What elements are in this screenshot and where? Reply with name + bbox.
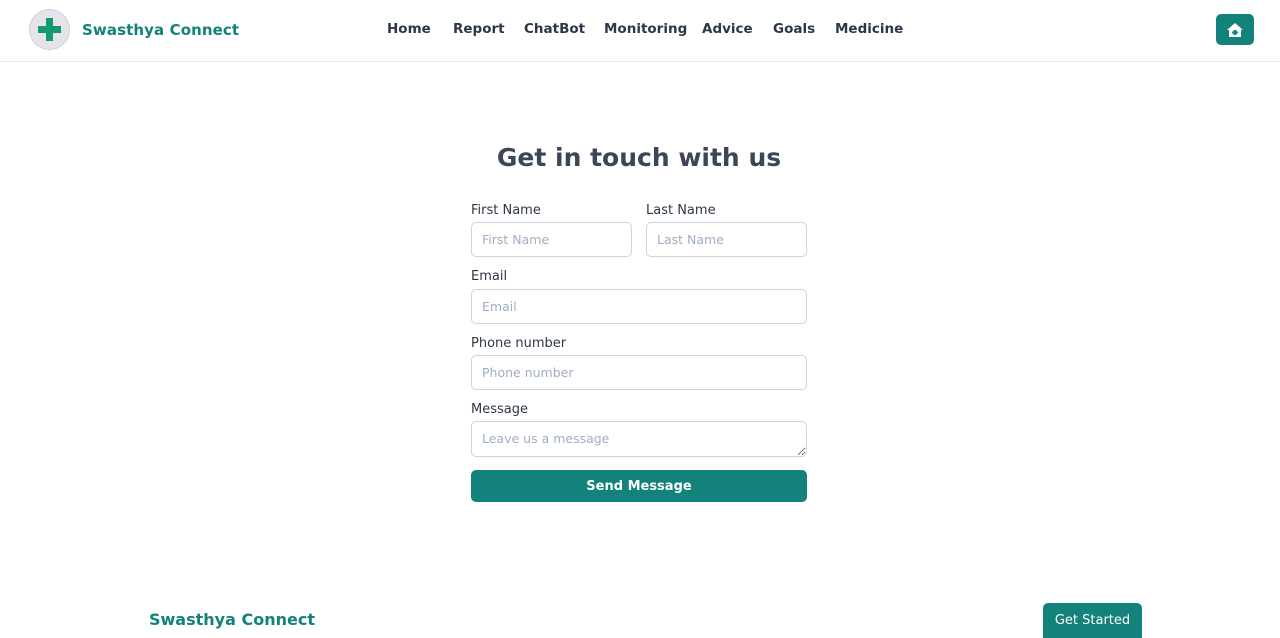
last-name-label: Last Name bbox=[646, 203, 716, 218]
nav-item-monitoring[interactable]: Monitoring bbox=[604, 21, 702, 37]
house-icon bbox=[1227, 22, 1243, 37]
first-name-label: First Name bbox=[471, 203, 541, 218]
nav-item-medicine[interactable]: Medicine bbox=[835, 21, 903, 37]
last-name-field[interactable] bbox=[646, 222, 807, 257]
send-message-button[interactable]: Send Message bbox=[471, 470, 807, 502]
nav-item-report[interactable]: Report bbox=[453, 21, 524, 37]
email-label: Email bbox=[471, 269, 508, 284]
home-button[interactable] bbox=[1216, 14, 1254, 45]
footer-brand[interactable]: Swasthya Connect bbox=[149, 610, 315, 629]
nav-item-advice[interactable]: Advice bbox=[702, 21, 773, 37]
first-name-field[interactable] bbox=[471, 222, 632, 257]
nav-item-chatbot[interactable]: ChatBot bbox=[524, 21, 604, 37]
message-label: Message bbox=[471, 402, 528, 417]
email-field[interactable] bbox=[471, 289, 807, 324]
nav-item-home[interactable]: Home bbox=[387, 21, 453, 37]
nav-item-goals[interactable]: Goals bbox=[773, 21, 835, 37]
phone-label: Phone number bbox=[471, 336, 567, 351]
get-started-button[interactable]: Get Started bbox=[1043, 603, 1142, 638]
brand-name: Swasthya Connect bbox=[82, 20, 240, 39]
brand[interactable]: Swasthya Connect bbox=[29, 9, 239, 50]
phone-field[interactable] bbox=[471, 355, 807, 390]
message-field[interactable] bbox=[471, 421, 807, 457]
page-title: Get in touch with us bbox=[496, 143, 782, 172]
top-navbar: Swasthya Connect Home Report ChatBot Mon… bbox=[0, 0, 1280, 62]
main-nav: Home Report ChatBot Monitoring Advice Go… bbox=[387, 21, 903, 37]
medical-cross-icon bbox=[29, 9, 70, 50]
